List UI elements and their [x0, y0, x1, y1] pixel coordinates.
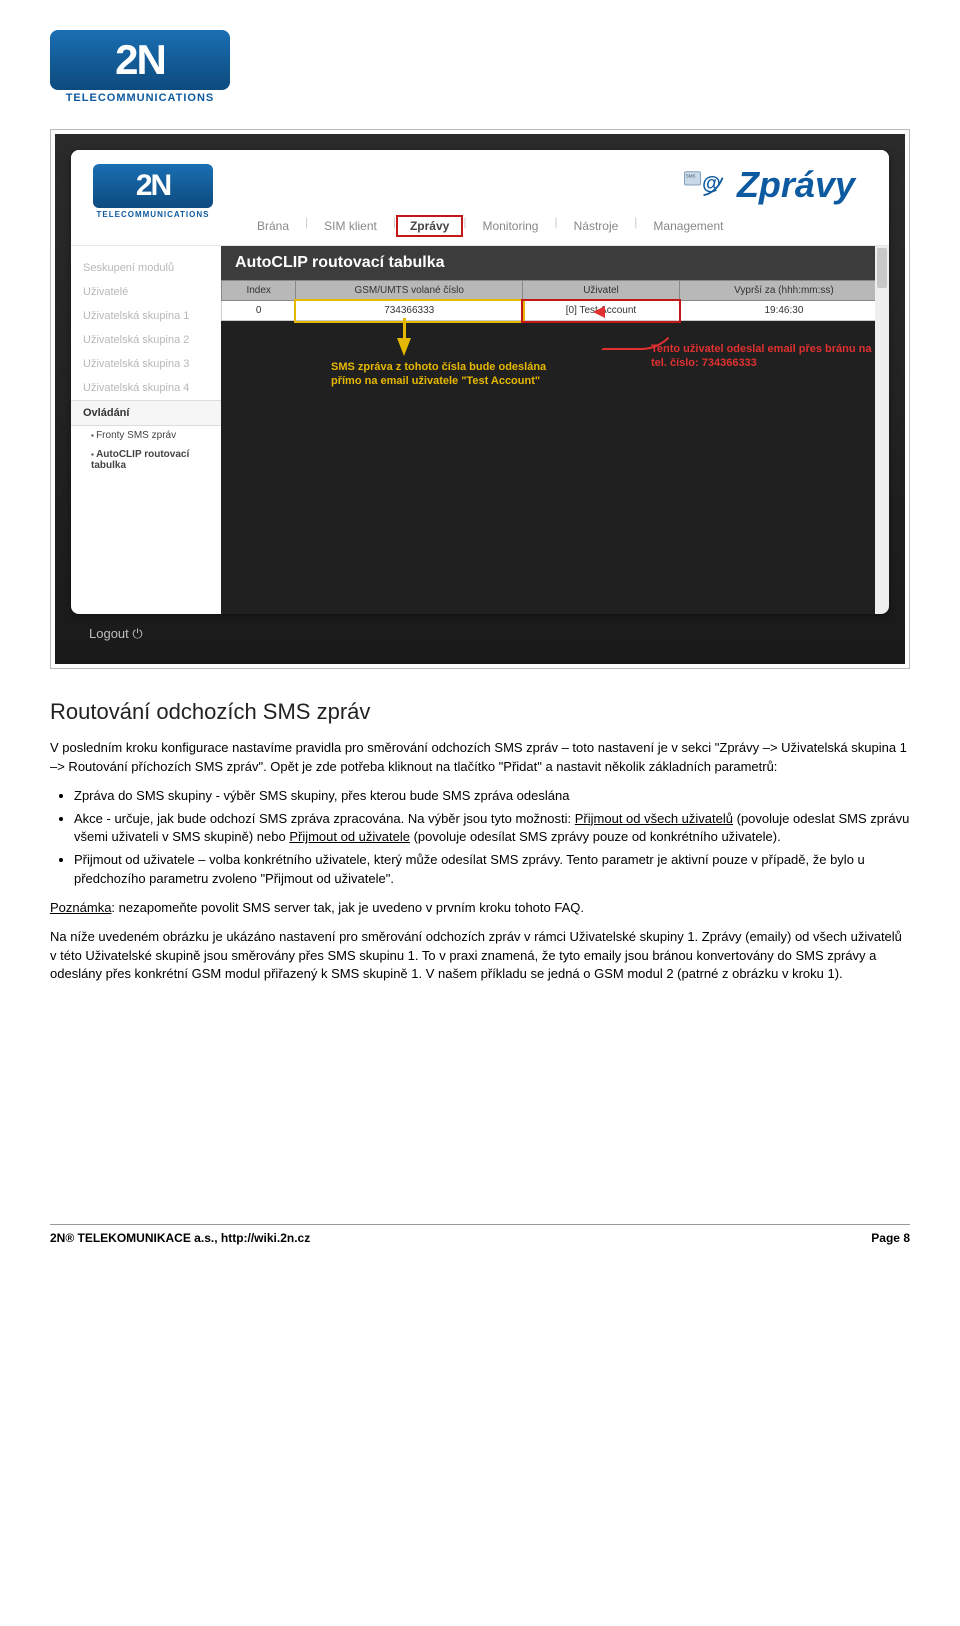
app-logo-caption: TELECOMMUNICATIONS [93, 210, 213, 219]
app-logo-mark: 2N [93, 164, 213, 208]
th-number: GSM/UMTS volané číslo [296, 281, 523, 301]
sidebar-sub-autoclip[interactable]: AutoCLIP routovací tabulka [71, 445, 221, 475]
sidebar-item-skupina3[interactable]: Uživatelská skupina 3 [71, 352, 221, 376]
arrow-yellow-head [397, 338, 411, 356]
main-nav: Brána| SIM klient| Zprávy| Monitoring| N… [241, 215, 739, 237]
nav-management[interactable]: Management [637, 215, 739, 237]
messages-icon: SMS @ [683, 167, 727, 203]
logo-mark: 2N [50, 30, 230, 90]
logout-link[interactable]: Logout ⏻ [89, 626, 143, 642]
app-logo: 2N TELECOMMUNICATIONS [93, 164, 213, 219]
article-heading: Routování odchozích SMS zpráv [50, 699, 910, 725]
article-p3: Na níže uvedeném obrázku je ukázáno nast… [50, 928, 910, 985]
cell-expiry: 19:46:30 [679, 301, 888, 321]
content-title: AutoCLIP routovací tabulka [221, 246, 889, 280]
cell-number: 734366333 [296, 301, 523, 321]
footer-left: 2N® TELEKOMUNIKACE a.s., http://wiki.2n.… [50, 1231, 310, 1245]
arrow-red-head [593, 306, 605, 318]
sidebar-item-skupina1[interactable]: Uživatelská skupina 1 [71, 304, 221, 328]
bullet-3: Přijmout od uživatele – volba konkrétníh… [74, 851, 910, 889]
bullet-2: Akce - určuje, jak bude odchozí SMS zprá… [74, 810, 910, 848]
nav-brana[interactable]: Brána [241, 215, 305, 237]
article-body: Routování odchozích SMS zpráv V poslední… [50, 699, 910, 984]
page-footer: 2N® TELEKOMUNIKACE a.s., http://wiki.2n.… [50, 1224, 910, 1245]
company-logo: 2N TELECOMMUNICATIONS [50, 30, 230, 115]
sidebar-item-uzivatele[interactable]: Uživatelé [71, 280, 221, 304]
sidebar-item-seskupeni[interactable]: Seskupení modulů [71, 256, 221, 280]
sidebar-item-skupina2[interactable]: Uživatelská skupina 2 [71, 328, 221, 352]
sidebar-item-skupina4[interactable]: Uživatelská skupina 4 [71, 376, 221, 400]
screenshot-figure: 2N TELECOMMUNICATIONS SMS @ Zprá [50, 129, 910, 669]
sidebar-section-ovladani[interactable]: Ovládání [71, 400, 221, 426]
svg-text:SMS: SMS [686, 174, 696, 179]
scrollbar[interactable] [875, 246, 889, 614]
th-index: Index [222, 281, 296, 301]
page-title: Zprávy [737, 164, 855, 206]
annotation-red: Tento uživatel odeslal email přes bránu … [651, 342, 881, 371]
nav-sim-klient[interactable]: SIM klient [308, 215, 393, 237]
nav-monitoring[interactable]: Monitoring [466, 215, 554, 237]
table-row[interactable]: 0 734366333 [0] Test Account 19:46:30 [222, 301, 889, 321]
article-p1: V posledním kroku konfigurace nastavíme … [50, 739, 910, 777]
nav-zpravy[interactable]: Zprávy [396, 215, 463, 237]
article-p2: Poznámka: nezapomeňte povolit SMS server… [50, 899, 910, 918]
power-icon: ⏻ [132, 626, 142, 641]
sidebar: Seskupení modulů Uživatelé Uživatelská s… [71, 246, 221, 614]
nav-nastroje[interactable]: Nástroje [558, 215, 635, 237]
th-expiry: Vyprší za (hhh:mm:ss) [679, 281, 888, 301]
bullet-1: Zpráva do SMS skupiny - výběr SMS skupin… [74, 787, 910, 806]
autoclip-table: Index GSM/UMTS volané číslo Uživatel Vyp… [221, 280, 889, 321]
logo-caption: TELECOMMUNICATIONS [50, 92, 230, 104]
th-user: Uživatel [523, 281, 680, 301]
annotation-yellow: SMS zpráva z tohoto čísla bude odeslána … [331, 360, 551, 389]
footer-right: Page 8 [871, 1231, 910, 1245]
sidebar-sub-fronty[interactable]: Fronty SMS zpráv [71, 426, 221, 445]
cell-index: 0 [222, 301, 296, 321]
